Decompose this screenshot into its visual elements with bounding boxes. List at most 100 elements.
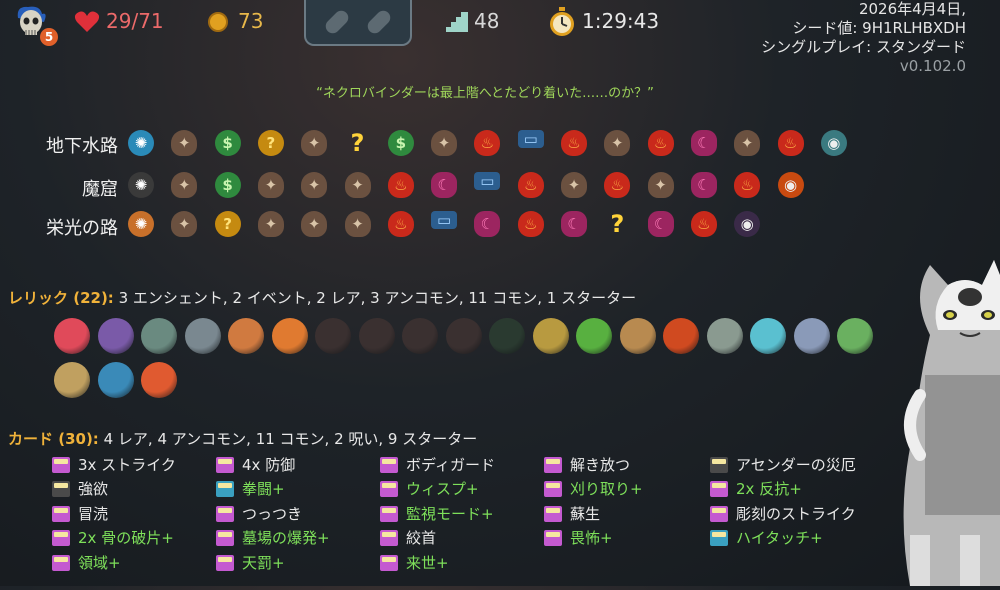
card-entry[interactable]: 畏怖+ (544, 528, 613, 548)
map-node-treasure-icon[interactable]: ▭ (431, 211, 458, 229)
card-entry[interactable]: 解き放つ (544, 455, 630, 475)
empty-potion-slot[interactable] (322, 7, 352, 37)
flame-flower-relic-icon[interactable] (141, 362, 177, 398)
map-node-merchant-icon[interactable]: $ (214, 130, 241, 156)
map-node-ancient-icon[interactable]: ✺ (128, 130, 154, 156)
map-node-boss-icon[interactable]: ◉ (734, 211, 761, 237)
map-node-rest-icon[interactable]: ☾ (690, 130, 717, 156)
card-entry[interactable]: 来世+ (380, 553, 449, 573)
card-entry[interactable]: 彫刻のストライク (710, 504, 856, 524)
map-node-monster-icon[interactable]: ✦ (171, 211, 198, 237)
map-node-elite-icon[interactable]: ♨ (777, 130, 804, 156)
map-node-ancient-icon[interactable]: ✺ (128, 211, 154, 237)
map-node-elite-icon[interactable]: ♨ (604, 172, 631, 198)
map-node-elite-icon[interactable]: ♨ (561, 130, 587, 156)
map-node-rest-icon[interactable]: ☾ (561, 211, 587, 237)
card-entry[interactable]: 絞首 (380, 528, 436, 548)
card-entry[interactable]: 天罰+ (216, 553, 285, 573)
potion-belt[interactable] (304, 0, 412, 46)
backpack-relic-icon[interactable] (619, 318, 656, 354)
card-entry[interactable]: ボディガード (380, 455, 495, 475)
card-icon (710, 481, 728, 498)
map-node-ancient-icon[interactable]: ✺ (128, 172, 154, 198)
wooden-plank-relic-icon[interactable] (228, 318, 264, 354)
map-node-monster-icon[interactable]: ✦ (344, 172, 371, 198)
card-entry[interactable]: 3x ストライク (52, 455, 176, 475)
map-node-monster-icon[interactable]: ✦ (171, 172, 198, 198)
map-node-monster-icon[interactable]: ✦ (561, 172, 587, 198)
card-entry[interactable]: アセンダーの災厄 (710, 455, 856, 475)
orb-relic-icon[interactable] (97, 318, 134, 354)
map-node-monster-icon[interactable]: ✦ (344, 211, 371, 237)
map-node-elite-icon[interactable]: ♨ (517, 211, 544, 237)
hat-relic-icon[interactable] (402, 318, 438, 354)
stopwatch-icon (548, 7, 576, 41)
map-node-rest-icon[interactable]: ☾ (647, 211, 674, 237)
map-node-monster-icon[interactable]: ✦ (734, 130, 761, 156)
map-node-merchant-icon[interactable]: $ (214, 172, 241, 198)
card-entry[interactable]: 強欲 (52, 479, 108, 499)
map-node-rest-icon[interactable]: ☾ (431, 172, 458, 198)
map-node-monster-icon[interactable]: ✦ (257, 211, 284, 237)
map-node-monster-icon[interactable]: ✦ (257, 172, 284, 198)
card-entry[interactable]: 2x 反抗+ (710, 479, 802, 499)
map-node-treasure-icon[interactable]: ▭ (474, 172, 501, 190)
map-node-monster-icon[interactable]: ✦ (647, 172, 674, 198)
card-entry[interactable]: 監視モード+ (380, 504, 494, 524)
map-node-elite-icon[interactable]: ♨ (690, 211, 717, 237)
map-node-unknown-icon[interactable]: ? (604, 210, 630, 238)
card-entry[interactable]: ハイタッチ+ (710, 528, 823, 548)
map-node-treasure-icon[interactable]: ▭ (517, 130, 544, 148)
shield-relic-icon[interactable] (793, 318, 830, 354)
teapot-relic-icon[interactable] (141, 318, 177, 354)
map-node-monster-icon[interactable]: ✦ (301, 211, 328, 237)
map-node-elite-icon[interactable]: ♨ (474, 130, 501, 156)
map-node-elite-icon[interactable]: ♨ (517, 172, 544, 198)
card-entry[interactable]: 拳闘+ (216, 479, 285, 499)
map-node-monster-icon[interactable]: ✦ (604, 130, 631, 156)
card-entry[interactable]: ウィスプ+ (380, 479, 479, 499)
card-entry[interactable]: 蘇生 (544, 504, 600, 524)
map-node-monster-icon[interactable]: ✦ (171, 130, 198, 156)
cloth-relic-icon[interactable] (315, 318, 351, 354)
map-node-unknown-icon[interactable]: ? (345, 129, 371, 157)
map-node-boss-icon[interactable]: ◉ (820, 130, 847, 156)
map-node-monster-icon[interactable]: ✦ (301, 130, 328, 156)
card-icon (52, 554, 70, 571)
card-entry[interactable]: 冒涜 (52, 504, 108, 524)
mace-relic-icon[interactable] (663, 318, 699, 354)
boot-relic-icon[interactable] (358, 318, 395, 354)
fruit-basket-relic-icon[interactable] (271, 318, 308, 354)
empty-potion-slot[interactable] (364, 7, 394, 37)
map-node-rest-icon[interactable]: ☾ (474, 211, 501, 237)
card-entry[interactable]: 墓場の爆発+ (216, 528, 330, 548)
horn-relic-icon[interactable] (532, 318, 569, 354)
serpent-relic-icon[interactable] (837, 318, 873, 354)
map-node-elite-icon[interactable]: ♨ (387, 172, 414, 198)
map-node-merchant-icon[interactable]: $ (387, 130, 414, 156)
lantern-relic-icon[interactable] (489, 318, 525, 354)
card-entry[interactable]: 刈り取り+ (544, 479, 643, 499)
card-entry[interactable]: 4x 防御 (216, 455, 295, 475)
card-entry[interactable]: 領域+ (52, 553, 121, 573)
card-entry[interactable]: つっつき (216, 504, 302, 524)
map-node-monster-icon[interactable]: ✦ (431, 130, 458, 156)
map-node-elite-icon[interactable]: ♨ (734, 172, 761, 198)
map-node-rest-icon[interactable]: ☾ (690, 172, 717, 198)
pot-relic-icon[interactable] (445, 318, 482, 354)
anchor-relic-icon[interactable] (97, 362, 134, 398)
map-node-monster-icon[interactable]: ✦ (301, 172, 328, 198)
green-gem-relic-icon[interactable] (576, 318, 612, 354)
prism-relic-icon[interactable] (750, 318, 786, 354)
map-node-elite-icon[interactable]: ♨ (387, 211, 414, 237)
map-node-boss-icon[interactable]: ◉ (777, 172, 804, 198)
candelabra-relic-icon[interactable] (706, 318, 743, 354)
card-icon (544, 505, 562, 522)
map-node-event-icon[interactable]: ? (257, 130, 284, 156)
card-entry[interactable]: 2x 骨の破片+ (52, 528, 174, 548)
newtons-cradle-relic-icon[interactable] (184, 318, 221, 354)
map-node-elite-icon[interactable]: ♨ (647, 130, 674, 156)
map-node-event-icon[interactable]: ? (214, 211, 241, 237)
flower-pot-relic-icon[interactable] (54, 362, 90, 398)
heart-relic-icon[interactable] (54, 318, 90, 354)
